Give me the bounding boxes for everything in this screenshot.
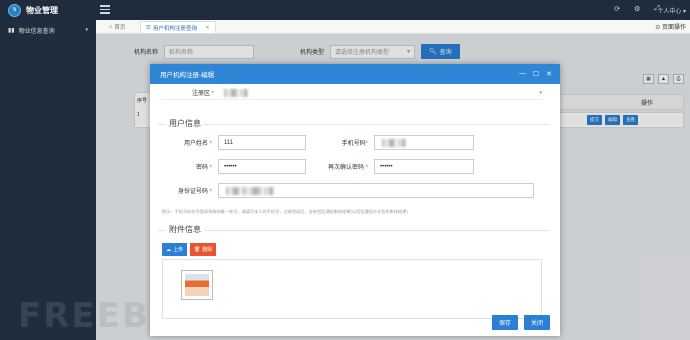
list-icon: ☰ xyxy=(146,24,151,31)
required-mark: * xyxy=(209,165,212,171)
trash-icon: 🗑︎ xyxy=(194,246,201,253)
page-action-menu[interactable]: ⊙ 页面操作 xyxy=(655,22,686,31)
top-icons: ⟳ ⚙ ⤢ xyxy=(614,5,660,13)
idcard-label: 身份证号码 * xyxy=(158,186,218,195)
chevron-down-icon: ▾ xyxy=(85,27,88,33)
phone-label: 手机号码* xyxy=(314,138,374,147)
close-icon[interactable]: ✕ xyxy=(546,70,552,78)
modal-body: 注册区 * ▾ 用户信息 用户姓名 * 111 手机号码* 密码 * •••••… xyxy=(150,84,560,336)
bell-icon[interactable]: ⚙ xyxy=(634,5,640,13)
required-mark: * xyxy=(365,141,368,147)
page-action-label: 页面操作 xyxy=(661,25,686,31)
delete-button[interactable]: 🗑︎ 删除 xyxy=(190,243,217,256)
modal-footer: 保存 关闭 xyxy=(491,315,550,330)
close-icon[interactable]: ✕ xyxy=(205,25,210,31)
password-field[interactable]: •••••• xyxy=(218,159,306,174)
tab-home[interactable]: ⌂ 首页 xyxy=(104,21,130,33)
user-info-section: 用户信息 用户姓名 * 111 手机号码* 密码 * •••••• 再次确认密码… xyxy=(158,118,550,220)
sidebar: ▮▮ 物业信息查询 ▾ xyxy=(0,20,96,340)
phone-label-text: 手机号码 xyxy=(341,141,366,147)
top-bar: N 物业管理 ⟳ ⚙ ⤢ 个人中心 ▾ xyxy=(0,0,690,20)
username-row: 用户姓名 * 111 xyxy=(158,135,306,150)
redacted-value xyxy=(264,186,274,195)
upload-button-label: 上传 xyxy=(173,247,184,253)
confirm-password-label-text: 再次确认密码 xyxy=(327,165,364,171)
tab-org-registration-query[interactable]: ☰ 用户机构注册查询 ✕ xyxy=(140,21,216,33)
tab-home-label: 首页 xyxy=(114,25,126,31)
modal-title: 用户机构注册-编辑 xyxy=(160,72,215,79)
attachment-title: 附件信息 xyxy=(166,224,204,235)
confirm-password-row: 再次确认密码 * •••••• xyxy=(314,159,474,174)
user-info-title: 用户信息 xyxy=(166,118,204,129)
region-label-text: 注册区 xyxy=(191,91,210,97)
password-label-text: 密码 xyxy=(195,165,208,171)
attachment-area xyxy=(162,259,542,319)
tab-bar: ⌂ 首页 ☰ 用户机构注册查询 ✕ ⊙ 页面操作 xyxy=(96,20,690,34)
hamburger-icon[interactable] xyxy=(100,5,110,15)
username-field[interactable]: 111 xyxy=(218,135,306,150)
hint-text: 提示：手机号码作为登录系统的唯一账号，请填写本人的手机号，注册完成后，会有短信通… xyxy=(162,209,408,214)
app-logo: N xyxy=(8,3,21,17)
redacted-value xyxy=(226,186,240,195)
minimize-icon[interactable]: — xyxy=(519,70,526,78)
attachment-section: 附件信息 ☁ 上传 🗑︎ 删除 xyxy=(158,224,550,320)
password-row: 密码 * •••••• xyxy=(158,159,306,174)
user-center-menu[interactable]: 个人中心 ▾ xyxy=(657,6,686,15)
required-mark: * xyxy=(209,141,212,147)
redacted-value xyxy=(242,186,262,195)
modal-header: 用户机构注册-编辑 — ☐ ✕ xyxy=(150,64,560,84)
attachment-thumbnail[interactable] xyxy=(181,270,213,300)
idcard-row: 身份证号码 * xyxy=(158,183,534,198)
app-title: 物业管理 xyxy=(26,5,58,15)
username-label-text: 用户姓名 xyxy=(183,141,208,147)
required-mark: * xyxy=(365,165,368,171)
home-icon: ⌂ xyxy=(109,24,113,30)
required-mark: * xyxy=(209,189,212,195)
region-select[interactable]: 注册区 * ▾ xyxy=(162,86,542,100)
redacted-value xyxy=(398,138,406,147)
idcard-label-text: 身份证号码 xyxy=(177,189,208,195)
phone-field[interactable] xyxy=(374,135,474,150)
brand: N 物业管理 xyxy=(0,0,96,20)
thumbnail-image xyxy=(185,274,209,296)
required-mark: * xyxy=(211,91,214,97)
save-button[interactable]: 保存 xyxy=(491,315,518,330)
redacted-value xyxy=(224,88,238,97)
chart-icon: ▮▮ xyxy=(8,27,15,34)
confirm-password-field[interactable]: •••••• xyxy=(374,159,474,174)
idcard-field[interactable] xyxy=(218,183,534,198)
redacted-value xyxy=(240,88,248,97)
delete-button-label: 删除 xyxy=(202,247,213,253)
close-button[interactable]: 关闭 xyxy=(523,315,550,330)
refresh-icon[interactable]: ⟳ xyxy=(614,5,620,13)
confirm-password-label: 再次确认密码 * xyxy=(314,162,374,171)
sidebar-item-label: 物业信息查询 xyxy=(18,28,55,35)
upload-icon: ☁ xyxy=(166,246,171,253)
sidebar-item-property-info[interactable]: ▮▮ 物业信息查询 ▾ xyxy=(0,20,96,40)
edit-modal: 用户机构注册-编辑 — ☐ ✕ 注册区 * ▾ 用户信息 用户姓名 * 111 … xyxy=(150,64,560,336)
password-label: 密码 * xyxy=(158,162,218,171)
phone-row: 手机号码* xyxy=(314,135,474,150)
upload-button[interactable]: ☁ 上传 xyxy=(162,243,188,256)
circle-icon: ⊙ xyxy=(655,25,661,31)
maximize-icon[interactable]: ☐ xyxy=(533,70,539,78)
username-label: 用户姓名 * xyxy=(158,138,218,147)
redacted-value xyxy=(382,138,396,147)
attachment-buttons: ☁ 上传 🗑︎ 删除 xyxy=(162,243,217,256)
chevron-down-icon: ▾ xyxy=(539,89,542,96)
modal-controls: — ☐ ✕ xyxy=(519,70,552,78)
region-label: 注册区 * xyxy=(162,88,222,97)
tab-active-label: 用户机构注册查询 xyxy=(152,25,197,32)
